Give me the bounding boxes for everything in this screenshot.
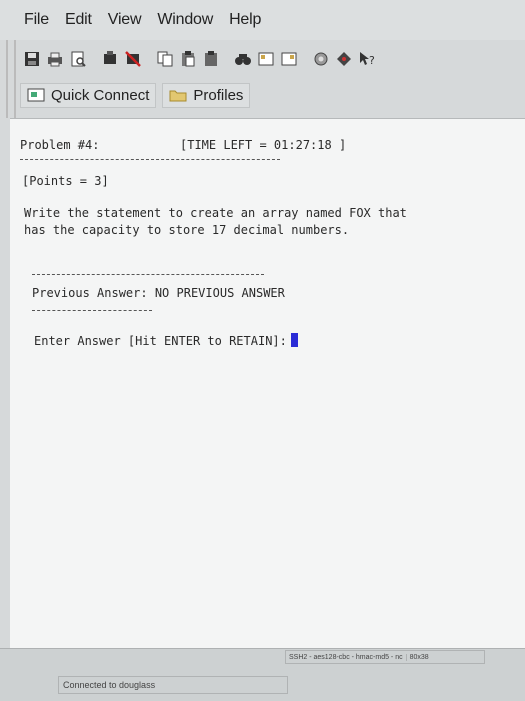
- find-icon[interactable]: [233, 49, 253, 69]
- quick-connect-bar: Quick Connect Profiles: [0, 78, 525, 112]
- disconnect-icon[interactable]: [123, 49, 143, 69]
- status-protocol: SSH2 - aes128-cbc - hmac-md5 - nc: [289, 653, 407, 661]
- paste-alt-icon[interactable]: [201, 49, 221, 69]
- terminal-area[interactable]: Problem #4: [TIME LEFT = 01:27:18 ] [Poi…: [10, 118, 525, 649]
- toolbar: ?: [0, 44, 525, 74]
- menu-file[interactable]: File: [24, 11, 49, 29]
- menu-help[interactable]: Help: [229, 11, 261, 29]
- question-line-1: Write the statement to create an array n…: [24, 206, 407, 220]
- profiles-button[interactable]: Profiles: [162, 82, 251, 108]
- divider-middle: [32, 274, 264, 275]
- save-icon[interactable]: [22, 49, 42, 69]
- divider-top: [20, 159, 280, 160]
- points: [Points = 3]: [22, 174, 109, 188]
- svg-text:?: ?: [369, 54, 375, 67]
- status-size: 80x38: [409, 653, 429, 661]
- answer-prompt-text: Enter Answer [Hit ENTER to RETAIN]:: [34, 334, 287, 348]
- menu-edit[interactable]: Edit: [65, 11, 92, 29]
- folder-icon: [169, 90, 187, 102]
- problem-number: Problem #4:: [20, 138, 100, 152]
- menu-view[interactable]: View: [108, 11, 142, 29]
- print-preview-icon[interactable]: [68, 49, 88, 69]
- connect-icon[interactable]: [100, 49, 120, 69]
- answer-prompt: Enter Answer [Hit ENTER to RETAIN]:: [34, 333, 298, 348]
- status-connected: Connected to douglass: [58, 676, 288, 694]
- text-cursor: [290, 333, 298, 347]
- status-connection-info: SSH2 - aes128-cbc - hmac-md5 - nc 80x38: [285, 650, 485, 664]
- divider-short: [32, 310, 152, 311]
- folder-transfer-icon[interactable]: [279, 49, 299, 69]
- question-line-2: has the capacity to store 17 decimal num…: [24, 223, 350, 237]
- menu-bar: File Edit View Window Help: [0, 0, 525, 40]
- quick-connect-icon: [27, 88, 45, 102]
- settings-icon[interactable]: [311, 49, 331, 69]
- quick-connect-label: Quick Connect: [51, 86, 150, 104]
- ssh-client-window: File Edit View Window Help ? Quick Conne…: [0, 0, 525, 701]
- print-icon[interactable]: [45, 49, 65, 69]
- new-file-transfer-icon[interactable]: [256, 49, 276, 69]
- key-icon[interactable]: [334, 49, 354, 69]
- previous-answer: Previous Answer: NO PREVIOUS ANSWER: [32, 286, 285, 300]
- context-help-icon[interactable]: ?: [357, 49, 377, 69]
- paste-icon[interactable]: [178, 49, 198, 69]
- menu-window[interactable]: Window: [157, 11, 213, 29]
- profiles-label: Profiles: [193, 86, 244, 104]
- quick-connect-button[interactable]: Quick Connect: [20, 82, 157, 108]
- copy-icon[interactable]: [155, 49, 175, 69]
- time-left: [TIME LEFT = 01:27:18 ]: [180, 138, 347, 152]
